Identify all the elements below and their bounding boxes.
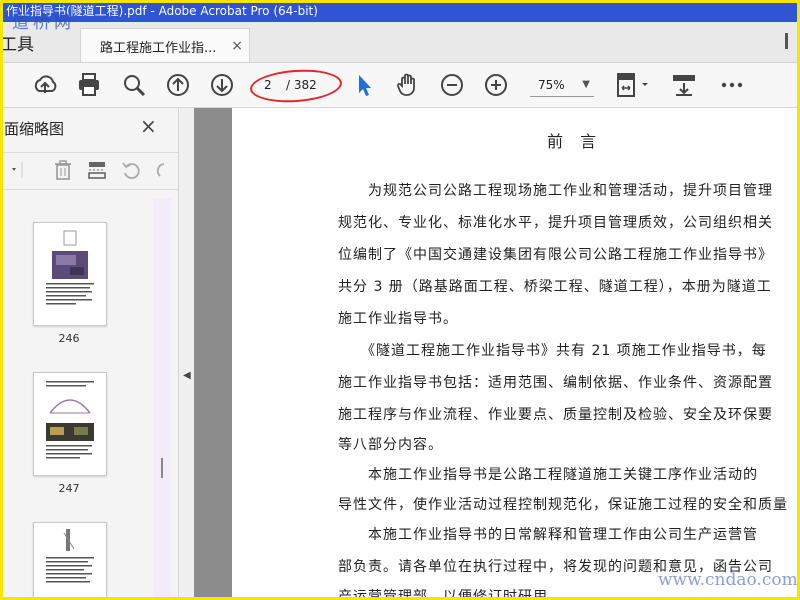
- select-arrow-icon[interactable]: [350, 71, 378, 99]
- body-text-line: 本施工作业指导书是公路工程隧道施工关键工序作业活动的: [338, 467, 758, 483]
- document-tab[interactable]: 路工程施工作业指... ×: [80, 28, 250, 62]
- thumbnail-page-number: 247: [58, 482, 80, 495]
- body-text-line: 位编制了《中国交通建设集团有限公司公路工程施工作业指导书》: [338, 247, 773, 263]
- body-text-line: 为规范公司公路工程现场施工作业和管理活动，提升项目管理: [338, 183, 773, 199]
- body-text-line: 产运营管理部，以便修订时研用。: [338, 589, 563, 600]
- fit-page-icon[interactable]: [614, 71, 654, 99]
- thumbnail-panel: 面缩略图 × 246 247: [0, 108, 179, 600]
- tab-row: 工具 路工程施工作业指... ×: [0, 22, 800, 63]
- hand-icon[interactable]: [394, 71, 422, 99]
- delete-page-icon[interactable]: [52, 159, 74, 181]
- document-page: 前 言 为规范公司公路工程现场施工作业和管理活动，提升项目管理 规范化、专业化、…: [232, 108, 800, 600]
- rotate-right-icon[interactable]: [152, 159, 174, 181]
- thumbnail-panel-title: 面缩略图: [4, 120, 65, 138]
- tools-menu[interactable]: 工具: [0, 30, 34, 55]
- title-bar: 作业指导书(隧道工程).pdf - Adobe Acrobat Pro (64-…: [0, 0, 800, 22]
- body-text-line: 施工作业指导书。: [338, 311, 458, 327]
- page-thumbnail[interactable]: [33, 222, 107, 326]
- zoom-level-value: 75%: [538, 78, 565, 92]
- zoom-search-icon[interactable]: [120, 71, 148, 99]
- watermark-url-bottom: www.cndao.com: [658, 570, 798, 590]
- collapse-panel-icon[interactable]: ◀: [183, 370, 191, 381]
- body-text-line: 共分 3 册（路基路面工程、桥梁工程、隧道工程），本册为隧道工: [338, 279, 772, 295]
- body-text-line: 《隧道工程施工作业指导书》共有 21 项施工作业指导书，每: [338, 343, 767, 359]
- body-text-line: 本施工作业指导书的日常解释和管理工作由公司生产运营管: [338, 527, 758, 543]
- document-tab-label: 路工程施工作业指...: [100, 41, 217, 56]
- insert-page-icon[interactable]: [86, 159, 108, 181]
- page-thumbnail[interactable]: [33, 372, 107, 476]
- zoom-in-icon[interactable]: [482, 71, 510, 99]
- thumbnail-page-number: 246: [58, 332, 80, 345]
- body-text-line: 规范化、专业化、标准化水平，提升项目管理质效，公司组织相关: [338, 215, 773, 231]
- body-text-line: 施工作业指导书包括：适用范围、编制依据、作业条件、资源配置: [338, 375, 773, 391]
- options-dropdown-icon[interactable]: [2, 159, 24, 181]
- main-toolbar: 2 / 382 75% ▼: [0, 63, 800, 108]
- scroll-mode-icon[interactable]: [670, 71, 698, 99]
- close-tab-icon[interactable]: ×: [231, 38, 243, 54]
- body-text-line: 施工程序与作业流程、作业要点、质量控制及检验、安全及环保要: [338, 407, 773, 423]
- zoom-out-icon[interactable]: [438, 71, 466, 99]
- thumbnail-scrollbar[interactable]: [153, 198, 171, 600]
- page-up-icon[interactable]: [164, 71, 192, 99]
- page-thumbnail[interactable]: [33, 522, 107, 600]
- chevron-down-icon: ▼: [582, 79, 590, 90]
- zoom-level-dropdown[interactable]: 75% ▼: [530, 74, 594, 97]
- rotate-left-icon[interactable]: [120, 159, 142, 181]
- page-down-icon[interactable]: [208, 71, 236, 99]
- body-text-line: 等八部分内容。: [338, 437, 443, 453]
- more-icon[interactable]: [718, 71, 746, 99]
- thumbnail-list: 246 247: [0, 198, 178, 600]
- body-text-line: 导性文件，使作业活动过程控制规范化，保证施工过程的安全和质量: [338, 497, 788, 513]
- close-panel-icon[interactable]: ×: [140, 114, 157, 138]
- page-heading: 前 言: [547, 132, 603, 151]
- watermark-logo-top: 道桥网: [12, 13, 75, 33]
- scrollbar-handle[interactable]: [161, 458, 163, 478]
- thumbnail-toolbar: [0, 152, 178, 190]
- document-view[interactable]: 前 言 为规范公司公路工程现场施工作业和管理活动，提升项目管理 规范化、专业化、…: [194, 108, 800, 600]
- tab-scroll-icon[interactable]: [780, 30, 794, 52]
- panel-splitter[interactable]: ◀: [179, 108, 194, 600]
- print-icon[interactable]: [75, 71, 103, 99]
- upload-icon[interactable]: [31, 71, 59, 99]
